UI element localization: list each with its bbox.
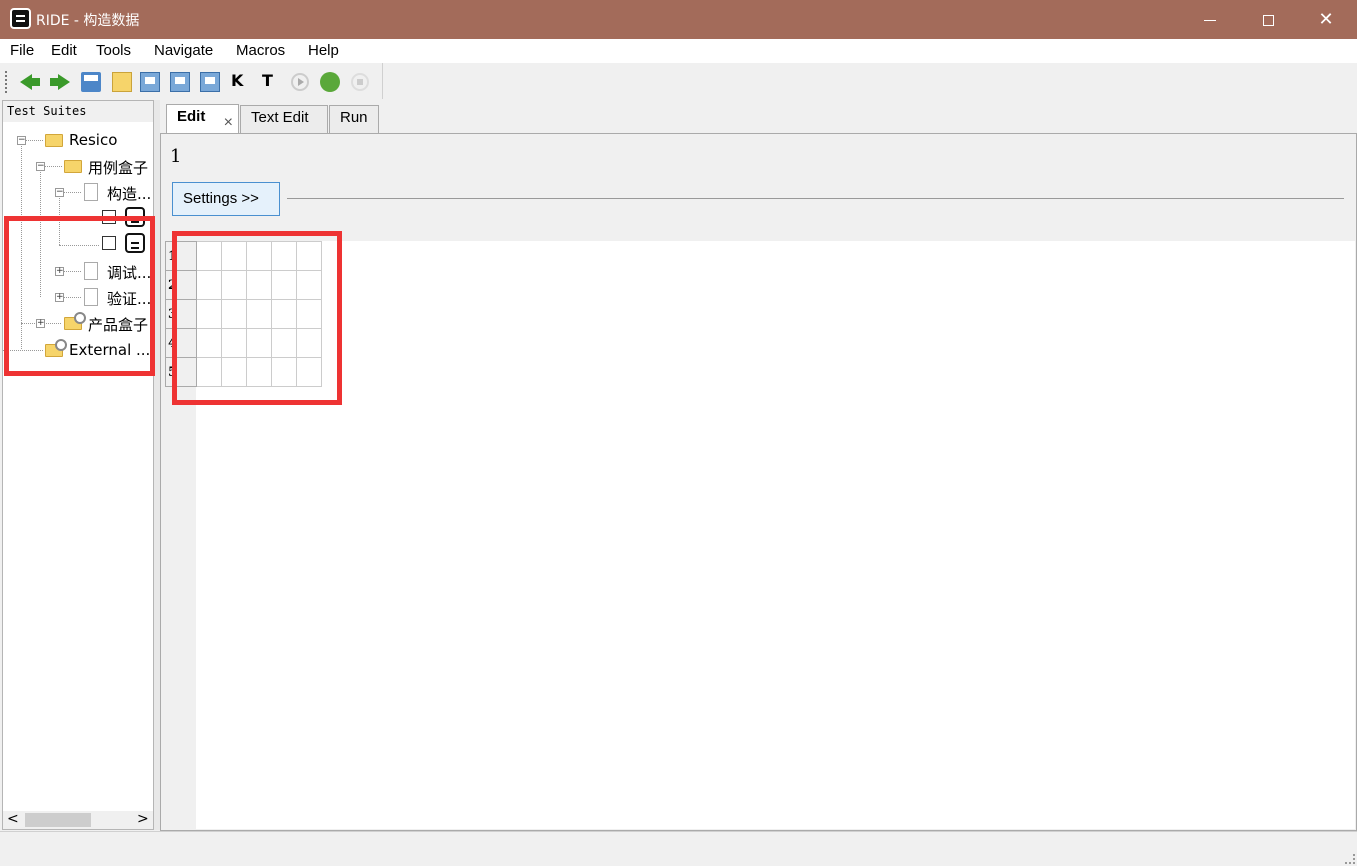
item-name: 1: [170, 146, 182, 167]
tab-text-edit[interactable]: Text Edit: [240, 105, 328, 133]
panel-title: Test Suites: [3, 101, 153, 122]
menu-edit[interactable]: Edit: [51, 42, 77, 59]
arrow-left-icon[interactable]: [20, 72, 40, 92]
maximize-button[interactable]: [1239, 0, 1297, 39]
tab-edit[interactable]: Edit ×: [166, 104, 239, 134]
menu-bar: File Edit Tools Navigate Macros Help: [0, 39, 1357, 63]
close-tab-icon[interactable]: ×: [224, 114, 233, 132]
robot-app-icon: [10, 8, 31, 29]
scroll-left-icon[interactable]: <: [7, 811, 19, 827]
stop-icon[interactable]: [351, 73, 369, 91]
search-tests-icon[interactable]: T: [262, 71, 282, 91]
menu-tools[interactable]: Tools: [96, 42, 131, 59]
highlight-box-tree: [4, 216, 155, 376]
minimize-icon: [1204, 19, 1216, 21]
folder-icon: [45, 134, 63, 147]
collapse-toggle[interactable]: −: [55, 188, 64, 197]
toolbar: K T: [0, 63, 383, 99]
scroll-right-icon[interactable]: >: [137, 811, 149, 827]
test-suites-panel: Test Suites − Resico − 用例盒子 − 构造... + 调试…: [2, 100, 154, 830]
tab-run[interactable]: Run: [329, 105, 379, 133]
file-icon: [84, 183, 98, 201]
settings-divider: [287, 198, 1344, 199]
arrow-right-icon[interactable]: [50, 72, 70, 92]
run-icon[interactable]: [291, 73, 309, 91]
status-bar: [0, 831, 1357, 866]
folder-icon: [64, 160, 82, 173]
window-title: RIDE - 构造数据: [36, 13, 140, 29]
maximize-icon: [1262, 14, 1274, 26]
debug-icon[interactable]: [320, 72, 340, 92]
menu-navigate[interactable]: Navigate: [154, 42, 213, 59]
resize-grip-icon[interactable]: [1345, 854, 1355, 864]
minimize-button[interactable]: [1181, 0, 1239, 39]
save-icon[interactable]: [140, 72, 160, 92]
close-button[interactable]: ✕: [1297, 0, 1355, 39]
settings-button[interactable]: Settings >>: [172, 182, 280, 216]
menu-file[interactable]: File: [10, 42, 34, 59]
close-icon: ✕: [1318, 9, 1334, 30]
new-icon[interactable]: [112, 72, 132, 92]
scroll-thumb[interactable]: [25, 813, 91, 827]
title-bar: RIDE - 构造数据 ✕: [0, 0, 1357, 39]
open-icon[interactable]: [81, 72, 101, 92]
menu-help[interactable]: Help: [308, 42, 339, 59]
editor-tabs: Edit × Text Edit Run: [160, 100, 1357, 134]
save-as-icon[interactable]: [200, 72, 220, 92]
horizontal-scrollbar[interactable]: < >: [3, 811, 153, 829]
keyword-grid[interactable]: [196, 241, 1355, 829]
search-keywords-icon[interactable]: K: [231, 71, 251, 91]
collapse-toggle[interactable]: −: [17, 136, 26, 145]
highlight-box-grid: [172, 231, 342, 405]
toolbar-grip[interactable]: [5, 71, 7, 93]
collapse-toggle[interactable]: −: [36, 162, 45, 171]
save-all-icon[interactable]: [170, 72, 190, 92]
menu-macros[interactable]: Macros: [236, 42, 285, 59]
